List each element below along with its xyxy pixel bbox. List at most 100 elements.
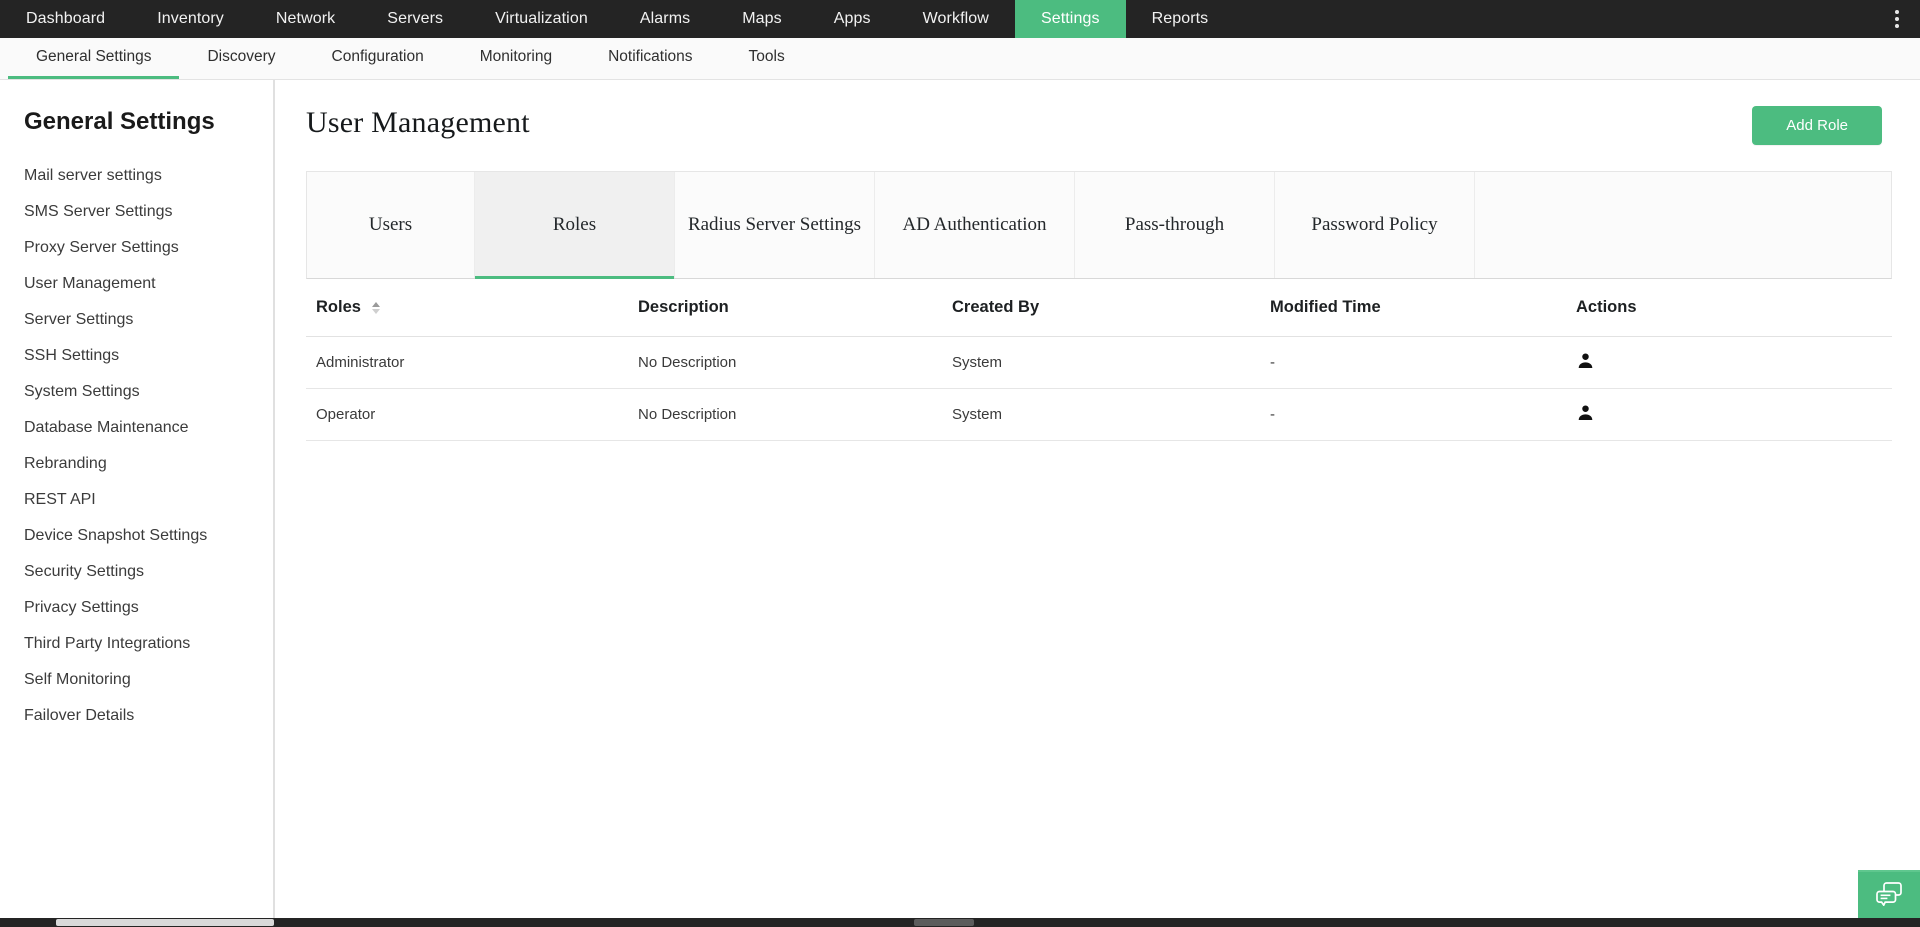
subnav-item-notifications[interactable]: Notifications — [580, 38, 720, 79]
topnav-item-dashboard[interactable]: Dashboard — [0, 0, 131, 38]
tab-radius-server-settings[interactable]: Radius Server Settings — [675, 172, 875, 278]
sidebar-item-label: User Management — [24, 275, 156, 292]
kebab-menu-icon[interactable] — [1874, 0, 1920, 38]
sidebar-item-label: SMS Server Settings — [24, 203, 173, 220]
sidebar-divider — [274, 80, 275, 918]
roles-table-head: Roles Description Created By Modified Ti… — [306, 279, 1892, 337]
cell-actions — [1566, 337, 1892, 389]
subnav-label: Monitoring — [480, 48, 552, 66]
tab-pass-through[interactable]: Pass-through — [1075, 172, 1275, 278]
topnav-item-reports[interactable]: Reports — [1126, 0, 1235, 38]
chat-feedback-button[interactable] — [1858, 870, 1920, 918]
column-header-label: Modified Time — [1270, 298, 1381, 316]
sidebar-item-server-settings[interactable]: Server Settings — [0, 302, 273, 338]
sidebar-item-label: Device Snapshot Settings — [24, 527, 207, 544]
subnav-item-general-settings[interactable]: General Settings — [8, 38, 179, 79]
sidebar-item-sms-server-settings[interactable]: SMS Server Settings — [0, 194, 273, 230]
main-content: User Management Add Role Users Roles Rad… — [274, 80, 1920, 918]
sidebar-item-label: Proxy Server Settings — [24, 239, 179, 256]
topnav-item-maps[interactable]: Maps — [716, 0, 808, 38]
topnav-label: Reports — [1152, 10, 1209, 28]
column-header-description[interactable]: Description — [628, 279, 942, 337]
cell-role-name: Administrator — [306, 337, 628, 389]
cell-description: No Description — [628, 389, 942, 441]
topnav-item-workflow[interactable]: Workflow — [897, 0, 1015, 38]
topnav-item-settings[interactable]: Settings — [1015, 0, 1126, 38]
topnav-label: Settings — [1041, 10, 1100, 28]
column-header-label: Description — [638, 298, 729, 316]
sidebar-item-third-party-integrations[interactable]: Third Party Integrations — [0, 626, 273, 662]
sub-navigation-bar: General Settings Discovery Configuration… — [0, 38, 1920, 80]
sidebar-scrollbar-track[interactable] — [0, 918, 274, 927]
tab-label: Radius Server Settings — [688, 212, 861, 238]
topnav-label: Servers — [387, 10, 443, 28]
topnav-item-inventory[interactable]: Inventory — [131, 0, 250, 38]
sidebar-scrollbar-thumb[interactable] — [56, 919, 274, 926]
subnav-item-tools[interactable]: Tools — [721, 38, 813, 79]
topnav-item-virtualization[interactable]: Virtualization — [469, 0, 614, 38]
top-navigation-bar: Dashboard Inventory Network Servers Virt… — [0, 0, 1920, 38]
topnav-item-alarms[interactable]: Alarms — [614, 0, 716, 38]
subnav-item-discovery[interactable]: Discovery — [179, 38, 303, 79]
user-management-tabs: Users Roles Radius Server Settings AD Au… — [306, 171, 1892, 279]
topnav-label: Workflow — [923, 10, 989, 28]
topnav-item-servers[interactable]: Servers — [361, 0, 469, 38]
user-icon[interactable] — [1576, 351, 1595, 374]
table-row[interactable]: Operator No Description System - — [306, 389, 1892, 441]
main-scrollbar-thumb[interactable] — [914, 919, 974, 926]
sidebar-item-label: Rebranding — [24, 455, 107, 472]
tab-label: Password Policy — [1311, 212, 1437, 238]
topnav-spacer — [1234, 0, 1874, 38]
tab-users[interactable]: Users — [307, 172, 475, 278]
column-header-created-by[interactable]: Created By — [942, 279, 1260, 337]
sidebar-item-user-management[interactable]: User Management — [0, 266, 273, 302]
sidebar-item-label: Mail server settings — [24, 167, 162, 184]
tab-ad-authentication[interactable]: AD Authentication — [875, 172, 1075, 278]
horizontal-scrollbar[interactable] — [0, 918, 1920, 927]
sidebar-item-device-snapshot-settings[interactable]: Device Snapshot Settings — [0, 518, 273, 554]
column-header-modified-time[interactable]: Modified Time — [1260, 279, 1566, 337]
tab-label: Roles — [553, 212, 596, 238]
topnav-item-network[interactable]: Network — [250, 0, 361, 38]
topnav-label: Maps — [742, 10, 782, 28]
topnav-item-apps[interactable]: Apps — [808, 0, 897, 38]
sidebar-item-database-maintenance[interactable]: Database Maintenance — [0, 410, 273, 446]
sidebar-item-privacy-settings[interactable]: Privacy Settings — [0, 590, 273, 626]
add-role-button[interactable]: Add Role — [1752, 106, 1882, 145]
sidebar-item-proxy-server-settings[interactable]: Proxy Server Settings — [0, 230, 273, 266]
tab-roles[interactable]: Roles — [475, 172, 675, 278]
table-row[interactable]: Administrator No Description System - — [306, 337, 1892, 389]
topnav-label: Network — [276, 10, 335, 28]
sidebar-item-label: Self Monitoring — [24, 671, 131, 688]
tab-password-policy[interactable]: Password Policy — [1275, 172, 1475, 278]
sidebar-item-ssh-settings[interactable]: SSH Settings — [0, 338, 273, 374]
sidebar-item-rest-api[interactable]: REST API — [0, 482, 273, 518]
sidebar-item-self-monitoring[interactable]: Self Monitoring — [0, 662, 273, 698]
column-header-roles[interactable]: Roles — [306, 279, 628, 337]
sort-ascending-icon[interactable] — [372, 302, 380, 314]
topnav-label: Dashboard — [26, 10, 105, 28]
sidebar-item-system-settings[interactable]: System Settings — [0, 374, 273, 410]
sidebar-item-failover-details[interactable]: Failover Details — [0, 698, 273, 734]
cell-actions — [1566, 389, 1892, 441]
sidebar-item-rebranding[interactable]: Rebranding — [0, 446, 273, 482]
subnav-label: Discovery — [207, 48, 275, 66]
cell-modified-time: - — [1260, 337, 1566, 389]
main-scrollbar-track[interactable] — [274, 918, 1920, 927]
topnav-label: Apps — [834, 10, 871, 28]
sidebar-item-mail-server-settings[interactable]: Mail server settings — [0, 158, 273, 194]
sidebar-item-label: System Settings — [24, 383, 140, 400]
page-shell: General Settings Mail server settings SM… — [0, 80, 1920, 918]
sidebar-item-security-settings[interactable]: Security Settings — [0, 554, 273, 590]
cell-role-name: Operator — [306, 389, 628, 441]
user-icon[interactable] — [1576, 403, 1595, 426]
main-header: User Management Add Role — [306, 106, 1892, 145]
sidebar-item-label: Server Settings — [24, 311, 133, 328]
sidebar-item-label: Security Settings — [24, 563, 144, 580]
column-header-label: Roles — [316, 298, 361, 316]
sidebar-title: General Settings — [0, 108, 273, 158]
topnav-label: Virtualization — [495, 10, 588, 28]
topnav-label: Alarms — [640, 10, 690, 28]
subnav-item-configuration[interactable]: Configuration — [304, 38, 452, 79]
subnav-item-monitoring[interactable]: Monitoring — [452, 38, 580, 79]
